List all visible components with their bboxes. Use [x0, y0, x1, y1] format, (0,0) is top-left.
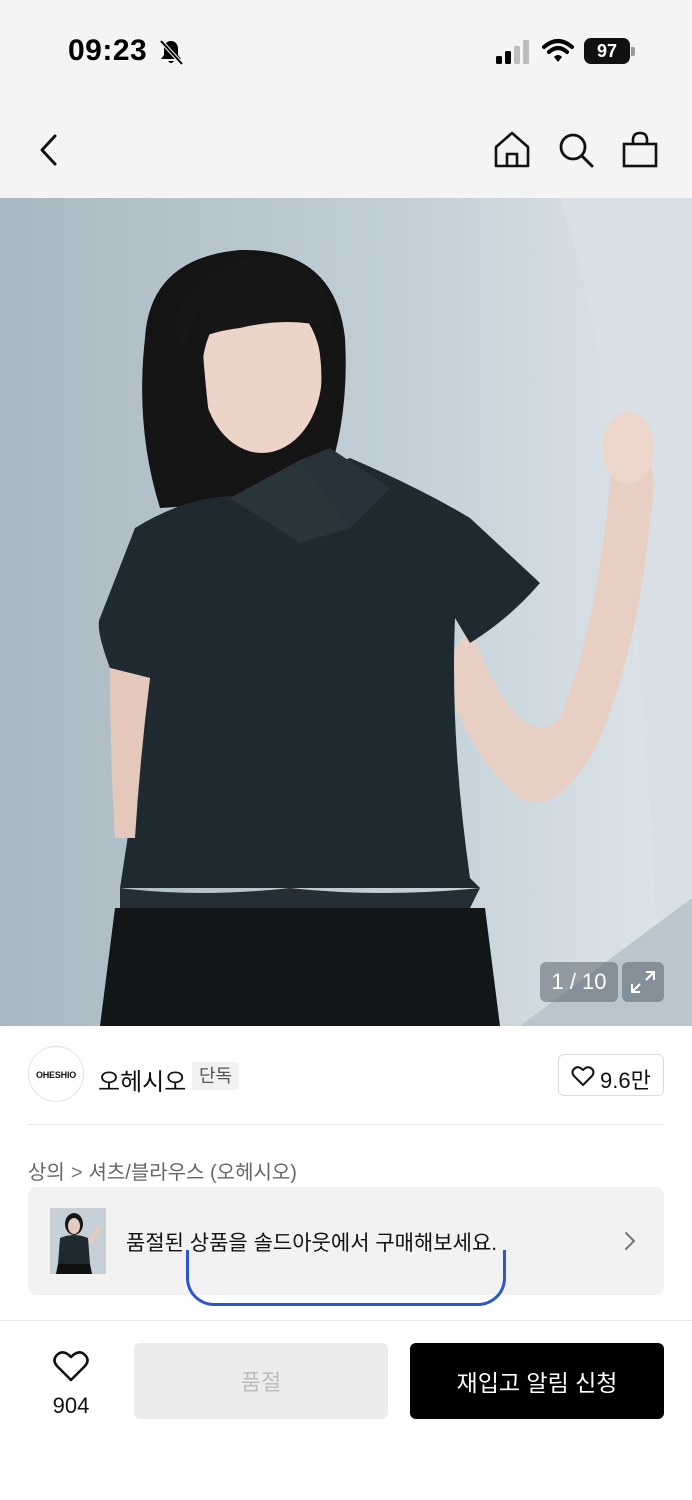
battery-level: 97: [584, 38, 630, 64]
breadcrumb-subcategory[interactable]: 셔츠/블라우스 (오헤시오): [89, 1156, 297, 1185]
restock-alert-button[interactable]: 재입고 알림 신청: [410, 1343, 664, 1419]
chevron-right-icon: >: [70, 1162, 83, 1184]
chevron-right-icon: [625, 1232, 635, 1250]
breadcrumb-category[interactable]: 상의: [28, 1156, 65, 1185]
wifi-icon: [542, 38, 574, 64]
section-divider: [28, 1124, 664, 1125]
back-icon[interactable]: [28, 128, 72, 172]
home-icon[interactable]: [490, 128, 534, 172]
expand-icon: [631, 971, 655, 993]
expand-image-button[interactable]: [622, 962, 664, 1002]
battery-tip: [631, 47, 635, 56]
brand-logo[interactable]: OHESHIO: [28, 1046, 84, 1102]
product-photo-illustration: [0, 198, 692, 1026]
silent-bell-icon: [158, 38, 184, 66]
shopping-bag-icon[interactable]: [618, 128, 662, 172]
wishlist-button[interactable]: 904: [36, 1347, 106, 1418]
brand-row: OHESHIO 오헤시오 단독 9.6만: [0, 1026, 692, 1126]
soldout-button: 품절: [134, 1343, 388, 1419]
top-nav: [0, 100, 692, 198]
heart-icon: [53, 1351, 89, 1382]
brand-like-count: 9.6만: [600, 1068, 651, 1093]
exclusive-badge: 단독: [192, 1062, 240, 1090]
soldout-thumbnail: [50, 1208, 106, 1274]
status-bar: 09:23 97: [0, 0, 692, 100]
brand-like-button[interactable]: 9.6만: [558, 1054, 664, 1096]
floating-pill-button[interactable]: [186, 1250, 506, 1306]
heart-icon: [571, 1066, 595, 1086]
cellular-signal-icon: [496, 40, 532, 64]
bottom-action-bar: 904 품절 재입고 알림 신청: [0, 1320, 692, 1500]
search-icon[interactable]: [554, 128, 598, 172]
brand-name[interactable]: 오헤시오: [98, 1062, 186, 1097]
battery-icon: 97: [584, 38, 636, 64]
breadcrumb: 상의 > 셔츠/블라우스 (오헤시오): [28, 1156, 297, 1185]
wishlist-count: 904: [52, 1393, 90, 1418]
image-counter: 1 / 10: [540, 962, 618, 1002]
product-image[interactable]: [0, 198, 692, 1026]
status-time: 09:23: [68, 34, 148, 67]
